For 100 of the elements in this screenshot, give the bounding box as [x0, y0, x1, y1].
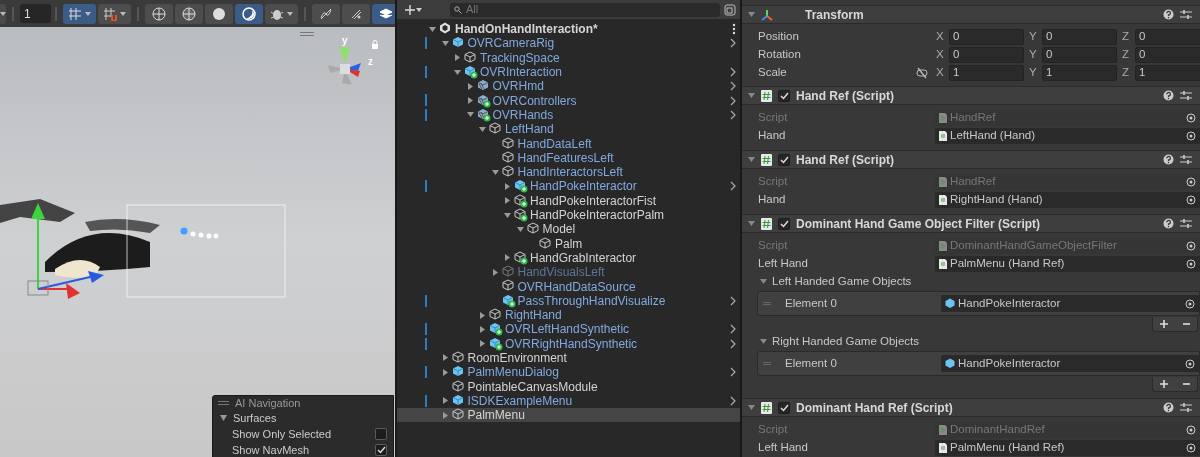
toolbar-button[interactable]: [312, 3, 340, 24]
number-field[interactable]: 0: [1042, 28, 1117, 45]
number-field[interactable]: 0: [1135, 28, 1200, 45]
chevron-icon[interactable]: [730, 295, 736, 306]
hierarchy-item[interactable]: HandDataLeft: [397, 136, 740, 151]
object-picker-icon[interactable]: [1186, 176, 1196, 187]
number-field[interactable]: 0: [949, 28, 1024, 45]
object-field[interactable]: PalmMenu (Hand Ref): [935, 255, 1200, 272]
component-header[interactable]: Dominant Hand Game Object Filter (Script): [742, 214, 1200, 233]
object-picker-icon[interactable]: [1186, 194, 1196, 205]
caret-icon[interactable]: [0, 11, 6, 16]
disclosure-triangle-icon[interactable]: [466, 97, 474, 105]
object-picker-icon[interactable]: [1186, 130, 1196, 141]
hierarchy-item[interactable]: PalmMenuDialog: [397, 365, 740, 380]
hierarchy-item[interactable]: ISDKExampleMenu: [397, 393, 740, 408]
toolbar-button[interactable]: [205, 3, 233, 24]
hierarchy-item[interactable]: HandFeaturesLeft: [397, 150, 740, 165]
disclosure-triangle-icon[interactable]: [504, 211, 511, 219]
chevron-icon[interactable]: [730, 38, 736, 49]
presets-icon[interactable]: [1180, 90, 1192, 101]
chevron-icon[interactable]: [730, 395, 736, 406]
disclosure-triangle-icon[interactable]: [491, 168, 499, 176]
hierarchy-item[interactable]: HandGrabInteractor: [397, 250, 740, 266]
component-header[interactable]: Hand Ref (Script): [742, 150, 1200, 169]
chevron-icon[interactable]: [730, 181, 736, 192]
enabled-checkbox[interactable]: [778, 401, 790, 414]
component-header[interactable]: Dominant Hand Ref (Script): [742, 398, 1200, 417]
hierarchy-item[interactable]: OVRLeftHandSynthetic: [397, 322, 740, 337]
disclosure-triangle-icon[interactable]: [441, 411, 449, 419]
toolbar-button[interactable]: [145, 3, 173, 24]
presets-icon[interactable]: [1180, 9, 1192, 20]
enabled-checkbox[interactable]: [778, 89, 790, 102]
number-field[interactable]: 0: [1135, 46, 1200, 63]
add-element-button[interactable]: [1157, 318, 1171, 330]
disclosure-triangle-icon[interactable]: [479, 311, 486, 319]
hierarchy-item[interactable]: HandPokeInteractorFist: [397, 193, 740, 208]
hierarchy-item[interactable]: RoomEnvironment: [397, 350, 740, 366]
search-field[interactable]: All: [450, 2, 720, 17]
disclosure-triangle-icon[interactable]: [441, 368, 449, 376]
presets-icon[interactable]: [1180, 218, 1192, 229]
disclosure-triangle-icon[interactable]: [479, 125, 486, 133]
object-picker-icon[interactable]: [1186, 424, 1196, 435]
hierarchy-item[interactable]: PassThroughHandVisualize: [397, 293, 740, 308]
disclosure-triangle-icon[interactable]: [466, 111, 474, 119]
hierarchy-item[interactable]: OVRHands: [397, 107, 740, 123]
disclosure-triangle-icon[interactable]: [748, 11, 755, 18]
drag-handle-icon[interactable]: [300, 32, 314, 36]
chevron-icon[interactable]: [730, 95, 736, 106]
unlinked-icon[interactable]: [916, 66, 928, 79]
toolbar-button[interactable]: [175, 3, 203, 24]
hierarchy-item[interactable]: HandInteractorsLeft: [397, 164, 740, 180]
hierarchy-item[interactable]: HandPokeInteractor: [397, 179, 740, 194]
number-field[interactable]: 0: [949, 46, 1024, 63]
help-icon[interactable]: [1163, 218, 1174, 229]
help-icon[interactable]: [1163, 154, 1174, 165]
object-field[interactable]: PalmMenu (Hand Ref): [935, 439, 1200, 456]
drag-handle-icon[interactable]: [763, 302, 771, 305]
help-icon[interactable]: [1163, 402, 1174, 413]
help-icon[interactable]: [1163, 90, 1174, 101]
number-field[interactable]: 0: [1042, 46, 1117, 63]
chevron-icon[interactable]: [730, 338, 736, 349]
chevron-icon[interactable]: [730, 324, 736, 335]
enabled-checkbox[interactable]: [778, 217, 790, 230]
chevron-icon[interactable]: [730, 109, 736, 120]
object-field[interactable]: HandPokeInteractor: [941, 295, 1199, 312]
checkbox[interactable]: [375, 444, 387, 456]
disclosure-triangle-icon[interactable]: [748, 404, 755, 411]
hierarchy-item[interactable]: OVRHmd: [397, 79, 740, 94]
disclosure-triangle-icon[interactable]: [748, 156, 755, 163]
triangle-icon[interactable]: [220, 414, 227, 422]
add-element-button[interactable]: [1157, 378, 1171, 390]
object-field[interactable]: LeftHand (Hand): [935, 127, 1200, 144]
drag-handle-icon[interactable]: [218, 401, 229, 405]
enabled-checkbox[interactable]: [778, 153, 790, 166]
hierarchy-item[interactable]: HandOnHandInteraction*: [397, 22, 740, 37]
hierarchy-item[interactable]: OVRInteraction: [397, 64, 740, 80]
hierarchy-item[interactable]: HandPokeInteractorPalm: [397, 207, 740, 223]
hierarchy-item[interactable]: TrackingSpace: [397, 50, 740, 65]
disclosure-triangle-icon[interactable]: [454, 68, 461, 76]
object-field[interactable]: HandPokeInteractor: [941, 355, 1199, 372]
hierarchy-item[interactable]: Palm: [397, 236, 740, 251]
hierarchy-item[interactable]: OVRControllers: [397, 93, 740, 108]
disclosure-triangle-icon[interactable]: [441, 354, 449, 362]
hierarchy-item[interactable]: Model: [397, 222, 740, 237]
toolbar-button[interactable]: [265, 3, 298, 24]
hierarchy-item[interactable]: PalmMenu: [397, 408, 740, 423]
toolbar-button[interactable]: [342, 3, 370, 24]
toolbar-button[interactable]: [98, 3, 131, 24]
disclosure-triangle-icon[interactable]: [516, 225, 524, 233]
toolbar-button[interactable]: [372, 3, 395, 24]
object-picker-icon[interactable]: [1186, 258, 1196, 269]
component-header[interactable]: Hand Ref (Script): [742, 86, 1200, 105]
object-field[interactable]: RightHand (Hand): [935, 191, 1200, 208]
object-picker-icon[interactable]: [1186, 240, 1196, 251]
disclosure-triangle-icon[interactable]: [748, 92, 755, 99]
disclosure-triangle-icon[interactable]: [504, 254, 511, 262]
disclosure-triangle-icon[interactable]: [479, 340, 486, 348]
hierarchy-item[interactable]: OVRHandDataSource: [397, 279, 740, 294]
number-field[interactable]: 1: [1042, 64, 1117, 81]
toolbar-button[interactable]: [235, 3, 263, 24]
